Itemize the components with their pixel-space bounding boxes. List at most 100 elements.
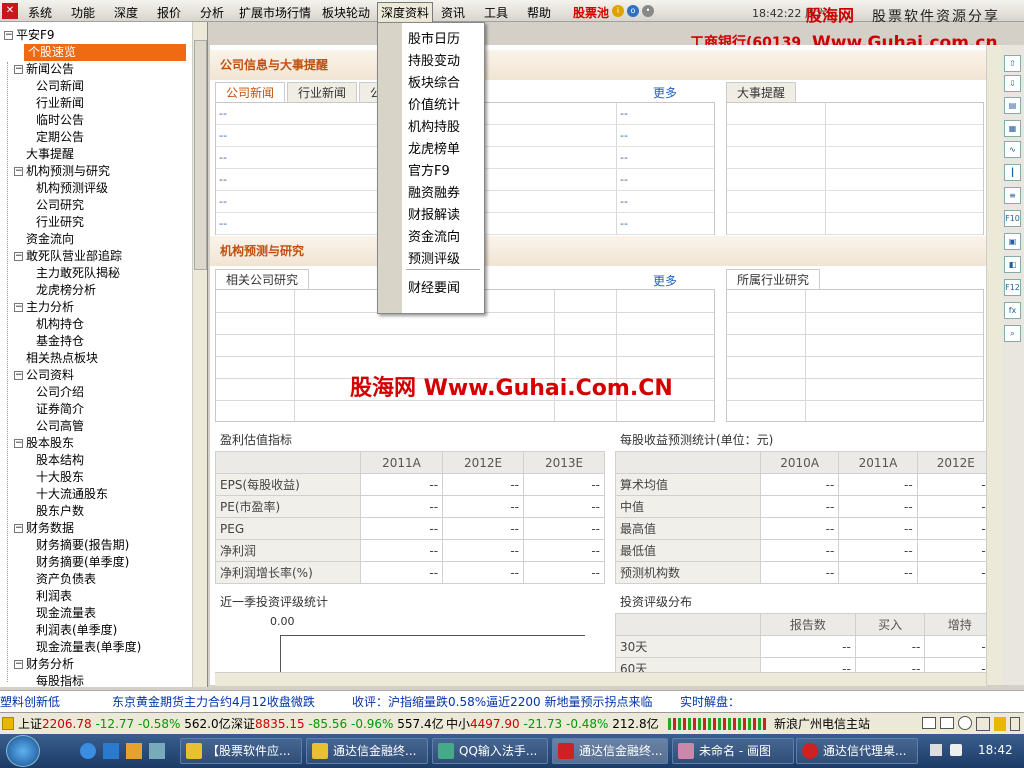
menu-quote[interactable]: 报价 bbox=[157, 4, 181, 21]
line-chart-icon[interactable]: ∿ bbox=[1004, 141, 1021, 158]
collapse-icon[interactable]: − bbox=[14, 524, 23, 533]
taskbar-button[interactable]: QQ输入法手... bbox=[432, 738, 548, 764]
news-title[interactable]: -- bbox=[219, 107, 227, 120]
dropdown-item[interactable]: 财报解读 bbox=[408, 204, 460, 223]
tree-item[interactable]: 行业新闻 bbox=[36, 95, 84, 112]
table-icon[interactable]: ▦ bbox=[1004, 120, 1021, 137]
main-horizontal-scrollbar[interactable] bbox=[215, 672, 986, 686]
dropdown-item[interactable]: 官方F9 bbox=[408, 160, 450, 179]
menu-help[interactable]: 帮助 bbox=[527, 4, 551, 21]
event-row[interactable] bbox=[727, 191, 983, 213]
collapse-icon[interactable]: − bbox=[14, 439, 23, 448]
trophy-icon[interactable] bbox=[976, 717, 990, 731]
dropdown-item[interactable]: 机构持股 bbox=[408, 116, 460, 135]
settings-icon[interactable]: • bbox=[642, 5, 654, 17]
show-desktop-icon[interactable] bbox=[149, 743, 165, 759]
dropdown-item[interactable]: 预测评级 bbox=[408, 248, 460, 267]
event-row[interactable] bbox=[727, 169, 983, 191]
ie-icon[interactable] bbox=[103, 743, 119, 759]
tree-item[interactable]: − 公司资料 bbox=[14, 367, 74, 384]
tree-item[interactable]: − 敢死队营业部追踪 bbox=[14, 248, 122, 265]
taskbar-button[interactable]: 【股票软件应... bbox=[180, 738, 302, 764]
tree-item[interactable]: 股本结构 bbox=[36, 452, 84, 469]
news-title[interactable]: -- bbox=[219, 151, 227, 164]
ie-icon[interactable] bbox=[80, 743, 96, 759]
tree-item[interactable]: 财务摘要(报告期) bbox=[36, 537, 129, 554]
report-icon[interactable]: ≡ bbox=[1004, 187, 1021, 204]
main-vertical-scrollbar[interactable] bbox=[986, 45, 1002, 685]
server-status[interactable]: 新浪广州电信主站 bbox=[774, 713, 870, 735]
formula-icon[interactable]: fx bbox=[1004, 302, 1021, 319]
sz-index[interactable]: 深证8835.15 -85.56 -0.96% 557.4亿 bbox=[231, 713, 444, 735]
tree-item[interactable]: 相关热点板块 bbox=[26, 350, 98, 367]
tree-item[interactable]: 每股指标 bbox=[36, 673, 84, 687]
collapse-icon[interactable]: − bbox=[14, 303, 23, 312]
tree-item[interactable]: 十大股东 bbox=[36, 469, 84, 486]
dropdown-item[interactable]: 融资融券 bbox=[408, 182, 460, 201]
tree-item[interactable]: − 财务分析 bbox=[14, 656, 74, 673]
tree-item[interactable]: − 股本股东 bbox=[14, 435, 74, 452]
tree-item[interactable]: 利润表 bbox=[36, 588, 72, 605]
f10-icon[interactable]: F10 bbox=[1004, 210, 1021, 227]
tree-item[interactable]: 公司研究 bbox=[36, 197, 84, 214]
collapse-icon[interactable]: − bbox=[4, 31, 13, 40]
taskbar-clock[interactable]: 18:42 bbox=[978, 743, 1013, 757]
tree-item[interactable]: 临时公告 bbox=[36, 112, 84, 129]
tree-item[interactable]: 机构预测评级 bbox=[36, 180, 108, 197]
dropdown-item-finance-news[interactable]: 财经要闻 bbox=[408, 277, 460, 296]
tab-events[interactable]: 大事提醒 bbox=[726, 82, 797, 102]
tree-item[interactable]: − 机构预测与研究 bbox=[14, 163, 110, 180]
grid-icon[interactable]: ▣ bbox=[1004, 233, 1021, 250]
more-link[interactable]: 更多 bbox=[653, 84, 677, 101]
candlestick-icon[interactable]: ┃ bbox=[1004, 164, 1021, 181]
news-title[interactable]: -- bbox=[219, 129, 227, 142]
menu-extended-market[interactable]: 扩展市场行情 bbox=[239, 4, 311, 21]
dropdown-item[interactable]: 板块综合 bbox=[408, 72, 460, 91]
tree-item[interactable]: 资产负债表 bbox=[36, 571, 96, 588]
tree-item[interactable]: 主力敢死队揭秘 bbox=[36, 265, 120, 282]
tab-industry-research[interactable]: 所属行业研究 bbox=[726, 269, 821, 289]
stock-pool-label[interactable]: 股票池 bbox=[573, 4, 609, 21]
tab-industry-news[interactable]: 行业新闻 bbox=[287, 82, 358, 102]
file-explorer-icon[interactable] bbox=[126, 743, 142, 759]
app-logo-icon[interactable]: ✕ bbox=[2, 3, 18, 19]
tree-item[interactable]: 大事提醒 bbox=[26, 146, 74, 163]
tree-item[interactable]: 股东户数 bbox=[36, 503, 84, 520]
refresh-icon[interactable]: o bbox=[627, 5, 639, 17]
tree-item[interactable]: 十大流通股东 bbox=[36, 486, 108, 503]
event-row[interactable] bbox=[727, 125, 983, 147]
tree-root[interactable]: − 平安F9 bbox=[4, 27, 55, 44]
lock-icon[interactable] bbox=[2, 717, 14, 730]
tree-scroll-thumb[interactable] bbox=[194, 40, 207, 270]
taskbar-button[interactable]: 通达信金融终... bbox=[306, 738, 428, 764]
news-title[interactable]: -- bbox=[219, 195, 227, 208]
collapse-icon[interactable]: − bbox=[14, 660, 23, 669]
tree-item[interactable]: 公司新闻 bbox=[36, 78, 84, 95]
taskbar-button[interactable]: 未命名 - 画图 bbox=[672, 738, 794, 764]
menu-sector-rotation[interactable]: 板块轮动 bbox=[322, 4, 370, 21]
arrow-up-icon[interactable]: ⇧ bbox=[1004, 55, 1021, 72]
mail-icon[interactable] bbox=[940, 717, 954, 729]
quote-list-icon[interactable]: ▤ bbox=[1004, 97, 1021, 114]
dropdown-item[interactable]: 资金流向 bbox=[408, 226, 460, 245]
message-icon[interactable] bbox=[922, 717, 936, 729]
start-button[interactable] bbox=[6, 735, 40, 767]
menu-analysis[interactable]: 分析 bbox=[200, 4, 224, 21]
tree-item[interactable]: 机构持仓 bbox=[36, 316, 84, 333]
sh-index[interactable]: 上证2206.78 -12.77 -0.58% 562.0亿 bbox=[18, 713, 231, 735]
book-icon[interactable] bbox=[1010, 717, 1020, 731]
tree-item[interactable]: 基金持仓 bbox=[36, 333, 84, 350]
ticker-item[interactable]: 东京黄金期货主力合约4月12收盘微跌 bbox=[112, 691, 315, 712]
dropdown-item[interactable]: 股市日历 bbox=[408, 28, 460, 47]
collapse-icon[interactable]: − bbox=[14, 371, 23, 380]
menu-system[interactable]: 系统 bbox=[28, 4, 52, 21]
info-icon[interactable]: i bbox=[612, 5, 624, 17]
tree-item[interactable]: 公司高管 bbox=[36, 418, 84, 435]
tree-item[interactable]: 行业研究 bbox=[36, 214, 84, 231]
tree-item[interactable]: 公司介绍 bbox=[36, 384, 84, 401]
f12-icon[interactable]: F12 bbox=[1004, 279, 1021, 296]
tree-item[interactable]: 龙虎榜分析 bbox=[36, 282, 96, 299]
tree-item[interactable]: − 新闻公告 bbox=[14, 61, 74, 78]
ticker-item[interactable]: 收评：沪指缩量跌0.58%逼近2200 新地量预示拐点来临 bbox=[352, 691, 652, 712]
volume-icon[interactable] bbox=[950, 744, 962, 756]
